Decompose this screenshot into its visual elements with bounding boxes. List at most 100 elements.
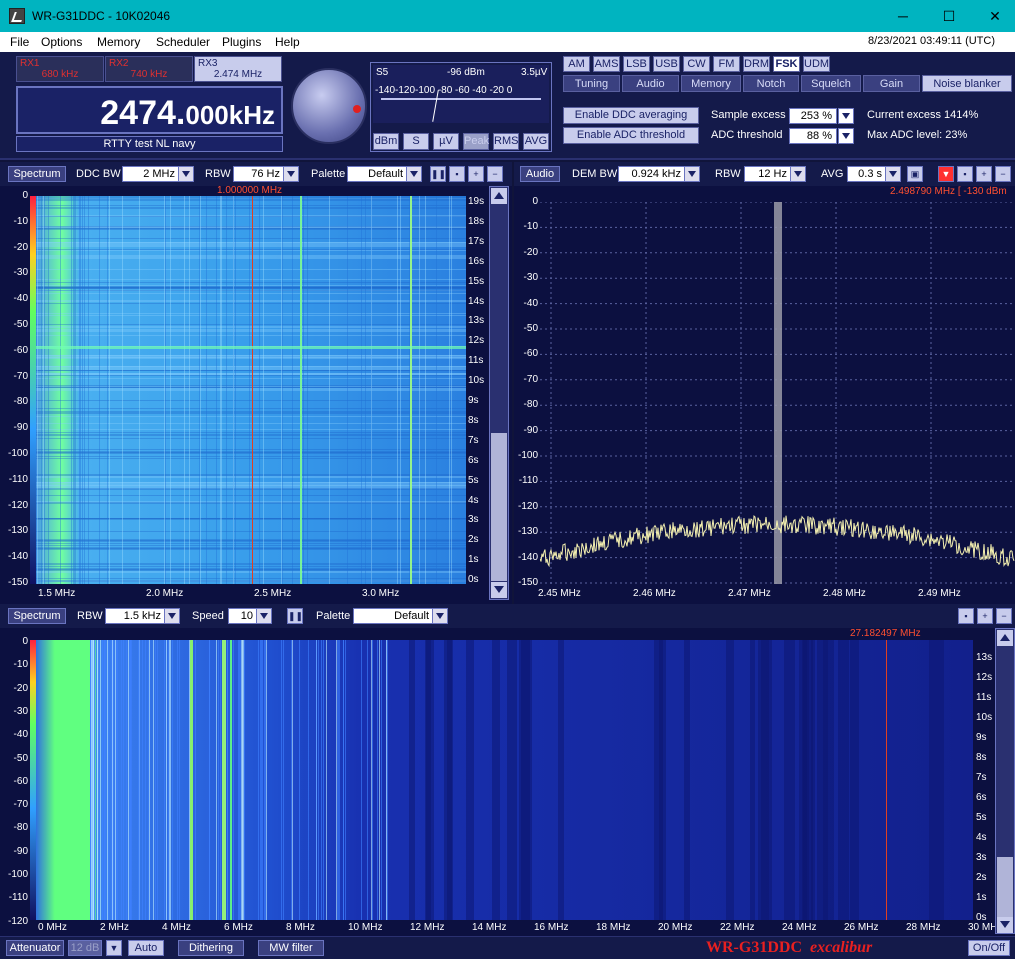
scroll-down-icon[interactable] [997, 917, 1013, 933]
audio-button[interactable]: Audio [520, 166, 560, 182]
save-icon[interactable]: ▪ [449, 166, 465, 182]
knob-indicator [353, 105, 361, 113]
mode-cw[interactable]: CW [683, 56, 710, 72]
wide-scrollbar[interactable] [995, 628, 1015, 934]
save-icon[interactable]: ▪ [958, 608, 974, 624]
speed-select[interactable]: 10 [228, 608, 272, 624]
sample-excess-dropdown-icon[interactable] [838, 108, 854, 124]
attenuator-button[interactable]: Attenuator [6, 940, 64, 956]
wide-spectrum-button[interactable]: Spectrum [8, 608, 66, 624]
ddc-palette-select[interactable]: Default [347, 166, 422, 182]
frequency-display[interactable]: 2474.000kHz [16, 86, 283, 134]
meter-s-button[interactable]: S [403, 133, 429, 150]
ddc-bw-select[interactable]: 2 MHz [122, 166, 194, 182]
clock: 8/23/2021 03:49:11 (UTC) [868, 35, 995, 47]
meter-scale: S5 -96 dBm 3.5µV -140-120-100 -80 -60 -4… [373, 65, 549, 123]
wide-rbw-select[interactable]: 1.5 kHz [105, 608, 180, 624]
audio-spectrum[interactable] [540, 202, 1015, 584]
menu-scheduler[interactable]: Scheduler [156, 35, 210, 49]
meter-uv-button[interactable]: µV [433, 133, 459, 150]
rx1-button[interactable]: RX1 680 kHz [16, 56, 104, 82]
lock-icon[interactable]: ▣ [907, 166, 923, 182]
meter-dbm-button[interactable]: dBm [373, 133, 399, 150]
ddc-averaging-button[interactable]: Enable DDC averaging [563, 107, 699, 124]
ddc-waterfall[interactable] [30, 196, 466, 584]
zoom-out-icon[interactable]: − [487, 166, 503, 182]
mode-fm[interactable]: FM [713, 56, 740, 72]
meter-s-value: S5 [376, 67, 389, 78]
audio-y-label: -100 [517, 450, 538, 461]
ddc-palette-label: Palette [311, 168, 346, 180]
audio-y-label: -40 [523, 297, 538, 309]
menu-file[interactable]: File [10, 35, 29, 49]
brand-name: WR-G31DDC [706, 939, 802, 956]
zoom-in-icon[interactable]: + [468, 166, 484, 182]
rx2-button[interactable]: RX2 740 kHz [105, 56, 193, 82]
ddc-spectrum-button[interactable]: Spectrum [8, 166, 66, 182]
zoom-out-icon[interactable]: − [995, 166, 1011, 182]
mw-filter-button[interactable]: MW filter [258, 940, 324, 956]
ddc-scrollbar[interactable] [489, 186, 509, 600]
scroll-up-icon[interactable] [997, 630, 1013, 646]
adc-threshold-button[interactable]: Enable ADC threshold [563, 127, 699, 144]
save-icon[interactable]: ▪ [957, 166, 973, 182]
tab-audio[interactable]: Audio [622, 75, 679, 92]
tab-gain[interactable]: Gain [863, 75, 920, 92]
dithering-button[interactable]: Dithering [178, 940, 244, 956]
avg-select[interactable]: 0.3 s [847, 166, 901, 182]
mode-fsk[interactable]: FSK [773, 56, 800, 72]
tab-noise-blanker[interactable]: Noise blanker [922, 75, 1012, 92]
mode-usb[interactable]: USB [653, 56, 680, 72]
frequency-fraction: 000 [185, 100, 229, 130]
ddc-t-label: 9s [468, 395, 479, 406]
zoom-in-icon[interactable]: + [977, 608, 993, 624]
auto-button[interactable]: Auto [128, 940, 164, 956]
pause-icon[interactable]: ❚❚ [430, 166, 446, 182]
tab-squelch[interactable]: Squelch [801, 75, 861, 92]
scroll-up-icon[interactable] [491, 188, 507, 204]
scroll-down-icon[interactable] [491, 582, 507, 598]
wide-scroll-thumb[interactable] [997, 857, 1013, 917]
adc-threshold-dropdown-icon[interactable] [838, 128, 854, 144]
mode-udm[interactable]: UDM [803, 56, 830, 72]
menu-plugins[interactable]: Plugins [222, 35, 261, 49]
mode-am[interactable]: AM [563, 56, 590, 72]
channel-name[interactable]: RTTY test NL navy [16, 136, 283, 152]
tab-memory[interactable]: Memory [681, 75, 741, 92]
menu-options[interactable]: Options [41, 35, 82, 49]
zoom-out-icon[interactable]: − [996, 608, 1012, 624]
wide-palette-select[interactable]: Default [353, 608, 448, 624]
wide-x-label: 12 MHz [410, 922, 445, 933]
tuning-knob[interactable] [291, 68, 367, 144]
adc-threshold-input[interactable]: 88 % [789, 128, 837, 144]
rx3-button[interactable]: RX3 2.474 MHz [194, 56, 282, 82]
pause-icon[interactable]: ❚❚ [287, 608, 303, 624]
dem-bw-select[interactable]: 0.924 kHz [618, 166, 700, 182]
meter-avg-button[interactable]: AVG [523, 133, 549, 150]
ddc-scroll-thumb[interactable] [491, 433, 507, 581]
mode-lsb[interactable]: LSB [623, 56, 650, 72]
menu-memory[interactable]: Memory [97, 35, 140, 49]
audio-rbw-select[interactable]: 12 Hz [744, 166, 806, 182]
mode-ams[interactable]: AMS [593, 56, 620, 72]
meter-peak-button[interactable]: Peak [463, 133, 489, 150]
maximize-button[interactable]: ☐ [926, 0, 972, 32]
wide-waterfall[interactable] [30, 640, 973, 920]
on-off-button[interactable]: On/Off [968, 940, 1010, 956]
wide-x-label: 0 MHz [38, 922, 67, 933]
marker-icon[interactable]: ▼ [938, 166, 954, 182]
tab-tuning[interactable]: Tuning [563, 75, 620, 92]
sample-excess-label: Sample excess [711, 109, 786, 121]
menu-help[interactable]: Help [275, 35, 300, 49]
ddc-rbw-select[interactable]: 76 Hz [233, 166, 299, 182]
attenuator-value[interactable]: 12 dB [68, 940, 102, 956]
zoom-in-icon[interactable]: + [976, 166, 992, 182]
meter-rms-button[interactable]: RMS [493, 133, 519, 150]
sample-excess-input[interactable]: 253 % [789, 108, 837, 124]
tab-notch[interactable]: Notch [743, 75, 799, 92]
close-button[interactable]: ✕ [972, 0, 1015, 32]
chevron-down-icon[interactable]: ▼ [106, 940, 122, 956]
minimize-button[interactable]: ─ [880, 0, 926, 32]
mode-drm[interactable]: DRM [743, 56, 770, 72]
wide-rbw-value: 1.5 kHz [123, 610, 161, 622]
